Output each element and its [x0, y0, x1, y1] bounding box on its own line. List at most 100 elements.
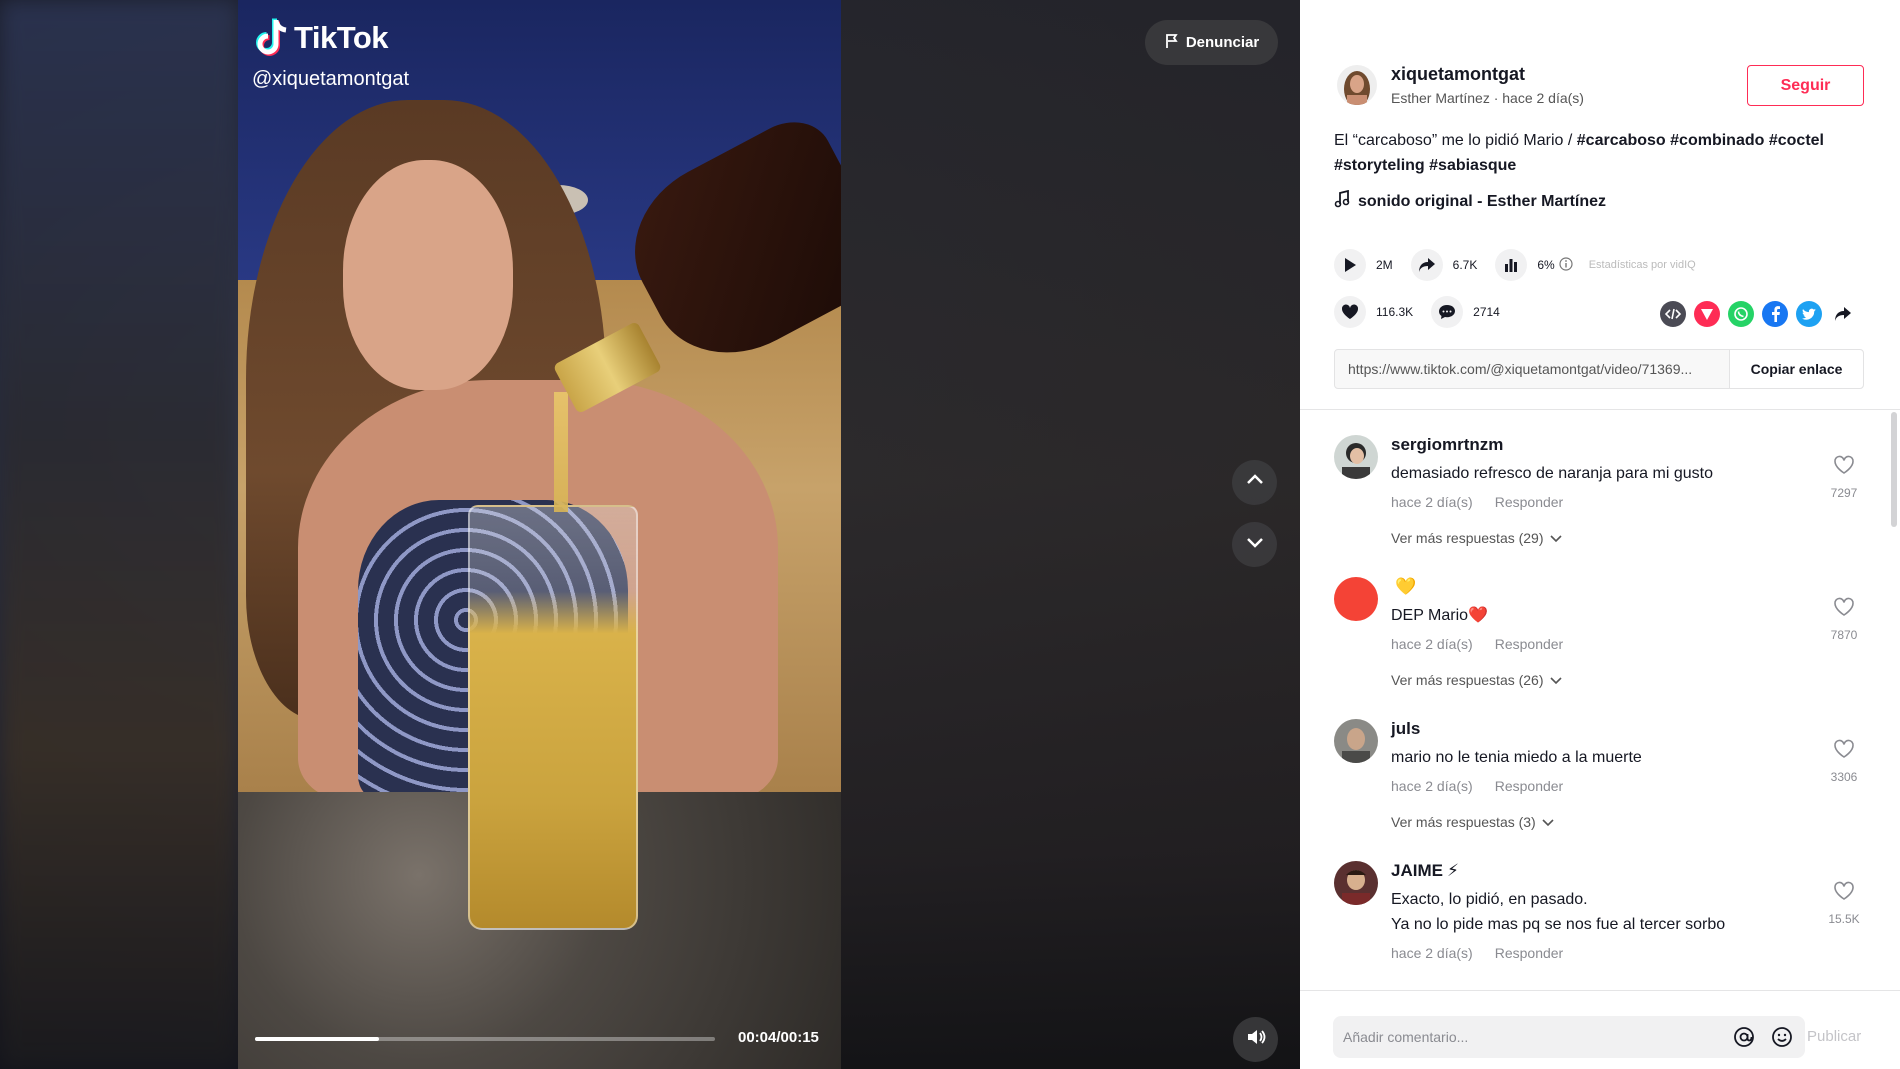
heart-outline-icon[interactable]	[1833, 881, 1855, 905]
video-progress-fill	[255, 1037, 380, 1041]
plays-count: 2M	[1376, 258, 1393, 272]
heart-outline-icon[interactable]	[1833, 597, 1855, 621]
comment-avatar[interactable]	[1334, 577, 1378, 621]
hashtag[interactable]: #coctel	[1769, 132, 1824, 149]
comment-username[interactable]: sergiomrtnzm	[1391, 435, 1791, 455]
comment-input[interactable]	[1343, 1029, 1719, 1045]
sound-link[interactable]: sonido original - Esther Martínez	[1334, 189, 1607, 213]
author-avatar[interactable]	[1337, 65, 1377, 105]
reply-button[interactable]: Responder	[1495, 636, 1564, 652]
follow-button[interactable]: Seguir	[1747, 65, 1864, 106]
engagement-row: 116.3K 2714	[1334, 296, 1508, 328]
shares-count: 6.7K	[1452, 258, 1478, 272]
hashtag[interactable]: #sabiasque	[1429, 157, 1516, 174]
comment-like-count: 3306	[1830, 770, 1858, 784]
comment-time: hace 2 día(s)	[1391, 778, 1473, 794]
info-icon[interactable]	[1559, 256, 1573, 274]
video-caption: El “carcaboso” me lo pidió Mario / #carc…	[1334, 128, 1869, 178]
volume-button[interactable]	[1233, 1017, 1278, 1062]
stats-row: 2M 6.7K 6% Estadísticas por vidIQ	[1334, 249, 1704, 281]
next-video-button[interactable]	[1232, 522, 1277, 567]
emoji-icon[interactable]	[1769, 1024, 1795, 1050]
comment-like[interactable]: 7297	[1824, 455, 1864, 500]
whatsapp-icon[interactable]	[1728, 301, 1754, 327]
drink-glass	[468, 505, 638, 930]
video-player[interactable]	[238, 0, 841, 1069]
reply-button[interactable]: Responder	[1495, 778, 1564, 794]
hashtag[interactable]: #combinado	[1670, 132, 1764, 149]
previous-video-button[interactable]	[1232, 460, 1277, 505]
comment-text: DEP Mario❤️	[1391, 607, 1488, 624]
mention-icon[interactable]	[1731, 1024, 1757, 1050]
copy-link-button[interactable]: Copiar enlace	[1729, 350, 1863, 388]
comments-divider	[1300, 409, 1900, 410]
video-link-url[interactable]: https://www.tiktok.com/@xiquetamontgat/v…	[1335, 361, 1729, 377]
shares-stat: 6.7K	[1410, 249, 1478, 281]
comment-avatar[interactable]	[1334, 861, 1378, 905]
comment-time: hace 2 día(s)	[1391, 945, 1473, 961]
comments-stat[interactable]: 2714	[1431, 296, 1500, 328]
comment-like[interactable]: 7870	[1824, 597, 1864, 642]
comments-count: 2714	[1473, 305, 1500, 319]
chevron-down-icon	[1542, 814, 1554, 830]
view-more-replies[interactable]: Ver más respuestas (26)	[1391, 672, 1791, 688]
tiktok-note-icon	[256, 18, 288, 58]
facebook-icon[interactable]	[1762, 301, 1788, 327]
play-icon	[1334, 249, 1366, 281]
share-arrow-icon[interactable]	[1830, 301, 1856, 327]
flag-icon	[1164, 33, 1180, 53]
sound-name: sonido original - Esther Martínez	[1358, 192, 1607, 210]
hashtag[interactable]: #storyteling	[1334, 157, 1425, 174]
comment-username[interactable]: juls	[1391, 719, 1791, 739]
comment-username[interactable]: 💛	[1391, 577, 1791, 597]
author-username[interactable]: xiquetamontgat	[1391, 64, 1584, 85]
author-subtitle: Esther Martínez · hace 2 día(s)	[1391, 90, 1584, 106]
send-icon[interactable]	[1694, 301, 1720, 327]
heart-icon[interactable]	[1334, 296, 1366, 328]
reply-button[interactable]: Responder	[1495, 494, 1564, 510]
comment-time: hace 2 día(s)	[1391, 636, 1473, 652]
comment-avatar[interactable]	[1334, 435, 1378, 479]
comment-avatar[interactable]	[1334, 719, 1378, 763]
music-note-icon	[1334, 189, 1350, 213]
video-watermark-handle: @xiquetamontgat	[252, 68, 410, 90]
author-info: xiquetamontgat Esther Martínez · hace 2 …	[1337, 64, 1584, 106]
comment-like-count: 7870	[1830, 628, 1858, 642]
blurred-background-left	[0, 0, 238, 1069]
speaker-icon	[1245, 1026, 1267, 1053]
report-label: Denunciar	[1185, 34, 1260, 51]
comment-input-box	[1333, 1016, 1805, 1058]
likes-stat[interactable]: 116.3K	[1334, 296, 1413, 328]
reply-button[interactable]: Responder	[1495, 945, 1564, 961]
comment-username[interactable]: JAIME ⚡	[1391, 861, 1791, 881]
hashtag[interactable]: #carcaboso	[1577, 132, 1666, 149]
engagement-stat: 6% Estadísticas por vidIQ	[1495, 249, 1696, 281]
comment-like[interactable]: 15.5K	[1824, 881, 1864, 926]
heart-outline-icon[interactable]	[1833, 455, 1855, 479]
chevron-down-icon	[1549, 672, 1562, 688]
publish-button[interactable]: Publicar	[1807, 1028, 1861, 1045]
vidiq-label[interactable]: Estadísticas por vidIQ	[1589, 259, 1696, 271]
report-button[interactable]: Denunciar	[1145, 20, 1278, 65]
view-more-replies[interactable]: Ver más respuestas (29)	[1391, 530, 1791, 546]
tiktok-wordmark: TikTok	[294, 20, 389, 55]
comment-bubble-icon[interactable]	[1431, 296, 1464, 328]
caption-text: El “carcaboso” me lo pidió Mario /	[1334, 132, 1577, 149]
chevron-down-icon	[1549, 530, 1562, 546]
footer-divider	[1300, 990, 1900, 991]
tiktok-logo: TikTok	[256, 18, 389, 58]
comments-scrollbar[interactable]	[1891, 412, 1897, 527]
likes-count: 116.3K	[1376, 305, 1414, 319]
twitter-icon[interactable]	[1796, 301, 1822, 327]
embed-icon[interactable]	[1660, 301, 1686, 327]
comment-time: hace 2 día(s)	[1391, 494, 1473, 510]
heart-outline-icon[interactable]	[1833, 739, 1855, 763]
video-link-box: https://www.tiktok.com/@xiquetamontgat/v…	[1334, 349, 1864, 389]
comment-like-count: 7297	[1830, 486, 1858, 500]
engagement-value: 6%	[1537, 258, 1555, 272]
video-timecode: 00:04/00:15	[738, 1029, 819, 1046]
blurred-background-right	[840, 0, 1300, 1069]
video-progress-bar[interactable]	[255, 1037, 715, 1041]
view-more-replies[interactable]: Ver más respuestas (3)	[1391, 814, 1791, 830]
comment-like[interactable]: 3306	[1824, 739, 1864, 784]
